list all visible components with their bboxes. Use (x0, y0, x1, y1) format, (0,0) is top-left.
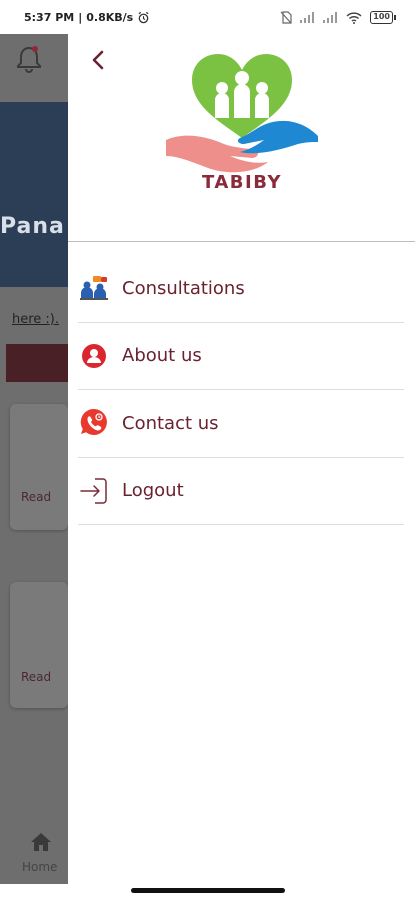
wifi-icon (346, 11, 362, 24)
logo-text: TABIBY (202, 172, 282, 193)
menu-label-logout: Logout (122, 480, 184, 502)
drawer-menu: Consultations About us Contact us Logout (78, 255, 404, 525)
navigation-drawer: TABIBY Consultations About us Contact us… (68, 34, 415, 884)
no-sim-icon (280, 11, 292, 24)
status-bar: 5:37 PM | 0.8KB/s 100 (0, 0, 415, 34)
gesture-nav-bar[interactable] (131, 888, 285, 893)
menu-label-contact-us: Contact us (122, 412, 219, 434)
menu-item-contact-us[interactable]: Contact us (78, 390, 404, 458)
background-card-text: Read (21, 490, 52, 504)
chevron-left-icon (92, 50, 104, 70)
menu-item-about-us[interactable]: About us (78, 323, 404, 390)
person-icon (79, 341, 109, 371)
home-icon (31, 833, 51, 851)
battery-icon: 100 (370, 11, 396, 24)
signal-icon-2 (323, 12, 338, 23)
status-speed: 0.8KB/s (86, 11, 134, 24)
menu-label-consultations: Consultations (122, 277, 245, 299)
bell-icon (17, 46, 41, 73)
consultations-icon (79, 273, 109, 303)
status-right: 100 (280, 11, 396, 24)
background-app[interactable]: Pana here :). Read Read Home (0, 34, 68, 884)
menu-item-logout[interactable]: Logout (78, 458, 404, 525)
background-card (10, 404, 68, 530)
header-divider (68, 241, 415, 242)
back-button[interactable] (86, 48, 110, 72)
phone-icon (79, 408, 109, 438)
status-separator: | (78, 11, 83, 24)
background-card (10, 582, 68, 708)
logout-icon (79, 476, 109, 506)
menu-item-consultations[interactable]: Consultations (78, 255, 404, 323)
background-link: here :). (12, 312, 60, 327)
status-left: 5:37 PM | 0.8KB/s (24, 11, 150, 24)
background-bar (6, 344, 68, 382)
status-time: 5:37 PM (24, 11, 75, 24)
menu-label-about-us: About us (122, 345, 202, 367)
signal-icon-1 (300, 12, 315, 23)
alarm-icon (138, 11, 149, 24)
home-label: Home (22, 860, 58, 874)
background-banner-text: Pana (0, 214, 65, 239)
background-card-text: Read (21, 670, 52, 684)
background-banner: Pana (0, 102, 68, 287)
